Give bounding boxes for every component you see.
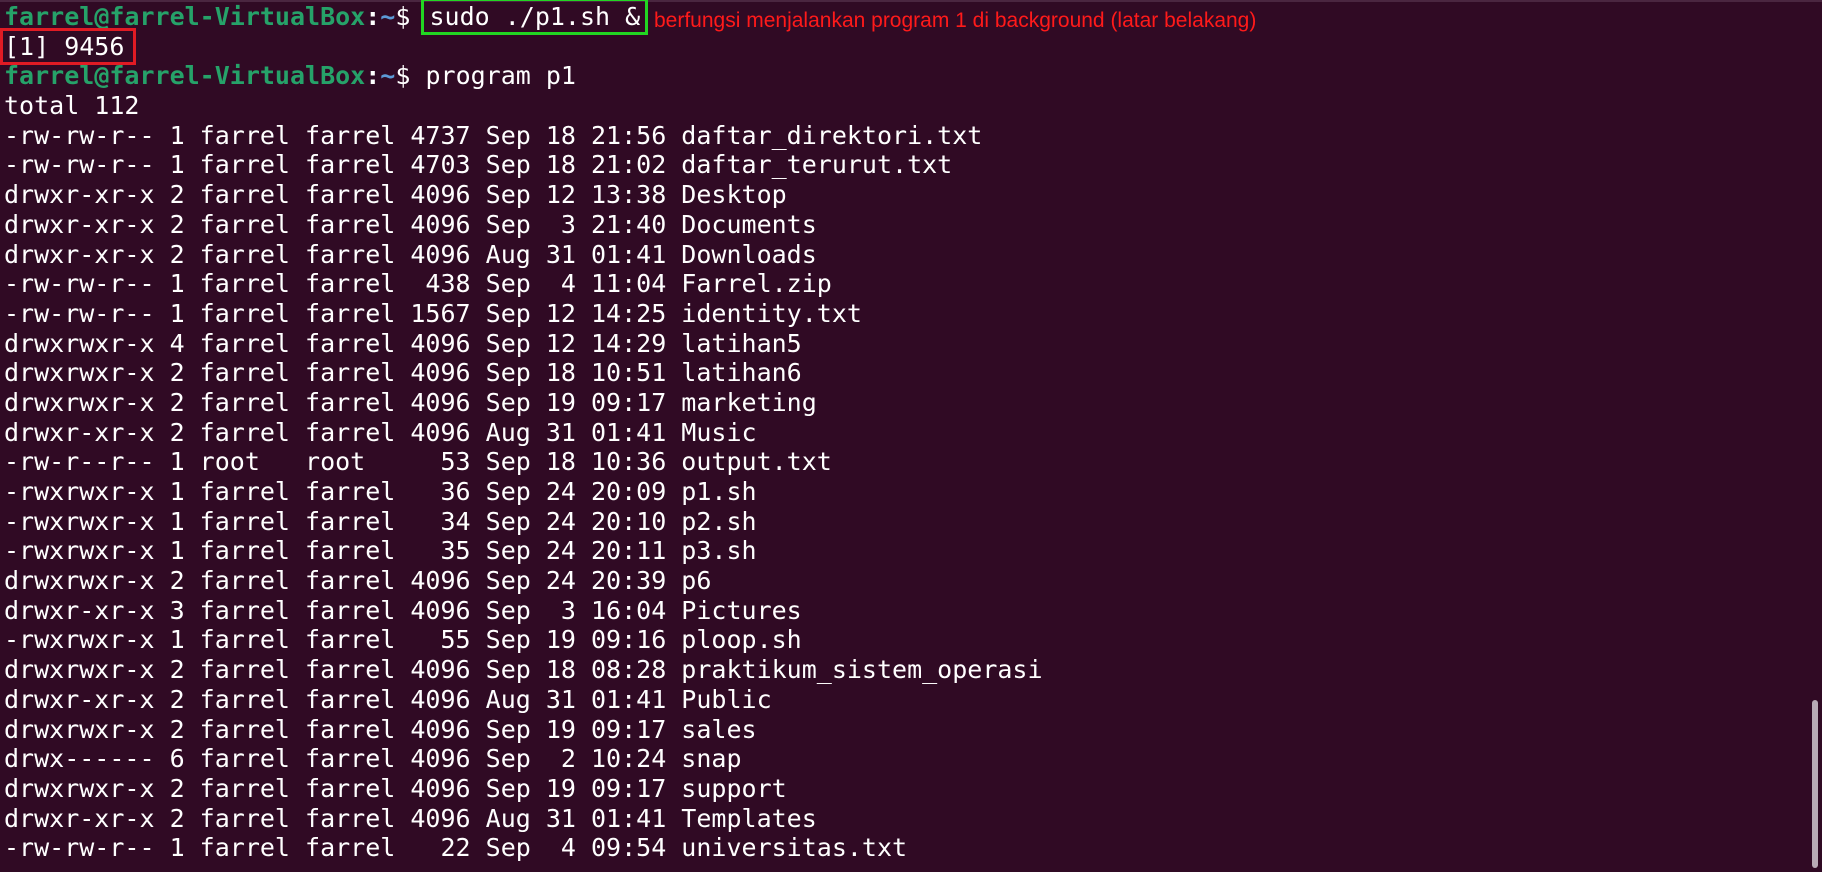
listing-row: -rwxrwxr-x 1 farrel farrel 36 Sep 24 20:… xyxy=(4,477,757,506)
listing-row: -rw-r--r-- 1 root root 53 Sep 18 10:36 o… xyxy=(4,447,832,477)
listing-row: -rwxrwxr-x 1 farrel farrel 35 Sep 24 20:… xyxy=(4,536,757,566)
listing-row: drwxrwxr-x 2 farrel farrel 4096 Sep 19 0… xyxy=(4,387,817,417)
prompt-colon: : xyxy=(365,2,381,31)
listing-row: -rwxrwxr-x 1 farrel farrel 55 Sep 19 09:… xyxy=(4,625,802,655)
listing-row: drwxrwxr-x 2 farrel farrel 4096 Sep 18 1… xyxy=(4,358,802,388)
listing-row: -rw-rw-r-- 1 farrel farrel 1567 Sep 12 1… xyxy=(4,298,862,328)
job-output-line: [1] 9456 xyxy=(0,27,1822,65)
listing-row: drwxrwxr-x 2 farrel farrel 4096 Sep 24 2… xyxy=(4,566,712,596)
listing-row: -rw-rw-r-- 1 farrel farrel 4737 Sep 18 2… xyxy=(4,120,983,150)
listing-row: drwxr-xr-x 2 farrel farrel 4096 Aug 31 0… xyxy=(4,803,817,833)
prompt-path: ~ xyxy=(380,2,396,31)
vertical-scrollbar[interactable] xyxy=(1808,0,1822,872)
listing-row: -rw-rw-r-- 1 farrel farrel 22 Sep 4 09:5… xyxy=(4,833,908,863)
listing-row: drwxr-xr-x 2 farrel farrel 4096 Sep 12 1… xyxy=(4,180,787,210)
prompt-dollar: $ xyxy=(395,61,426,91)
annotation-text: berfungsi menjalankan program 1 di backg… xyxy=(654,9,1257,32)
prompt-path: ~ xyxy=(380,61,396,91)
prompt-dollar: $ xyxy=(395,2,426,31)
listing-row: drwxrwxr-x 2 farrel farrel 4096 Sep 19 0… xyxy=(4,714,757,744)
prompt-user-host: farrel@farrel-VirtualBox xyxy=(4,61,366,91)
listing-row: drwxr-xr-x 2 farrel farrel 4096 Aug 31 0… xyxy=(4,239,817,269)
listing-row: drwxrwxr-x 2 farrel farrel 4096 Sep 19 0… xyxy=(4,773,787,803)
prompt-user-host: farrel@farrel-VirtualBox xyxy=(4,2,366,31)
listing-row: -rwxrwxr-x 1 farrel farrel 34 Sep 24 20:… xyxy=(4,506,757,536)
listing-row: -rw-rw-r-- 1 farrel farrel 4703 Sep 18 2… xyxy=(4,150,953,180)
listing-row: drwxr-xr-x 2 farrel farrel 4096 Sep 3 21… xyxy=(4,209,817,239)
command-text: program p1 xyxy=(425,61,576,91)
scrollbar-thumb[interactable] xyxy=(1812,700,1818,868)
file-listing: -rw-rw-r-- 1 farrel farrel 4737 Sep 18 2… xyxy=(4,121,1822,863)
job-id-box: [1] 9456 xyxy=(0,27,137,65)
listing-row: drwxr-xr-x 2 farrel farrel 4096 Aug 31 0… xyxy=(4,417,757,447)
terminal-window[interactable]: farrel@farrel-VirtualBox:~$ sudo ./p1.sh… xyxy=(0,0,1822,872)
listing-row: drwxrwxr-x 2 farrel farrel 4096 Sep 18 0… xyxy=(4,655,1043,685)
listing-row: drwx------ 6 farrel farrel 4096 Sep 2 10… xyxy=(4,744,742,774)
listing-row: drwxrwxr-x 4 farrel farrel 4096 Sep 12 1… xyxy=(4,328,802,358)
listing-row: -rw-rw-r-- 1 farrel farrel 438 Sep 4 11:… xyxy=(4,269,832,299)
highlighted-command-box: sudo ./p1.sh & xyxy=(421,0,649,35)
listing-row: drwxr-xr-x 2 farrel farrel 4096 Aug 31 0… xyxy=(4,684,772,714)
listing-total: total 112 xyxy=(4,91,140,121)
prompt-line-2: farrel@farrel-VirtualBox:~$ program p1 xyxy=(4,61,1822,91)
prompt-colon: : xyxy=(365,61,381,91)
listing-row: drwxr-xr-x 3 farrel farrel 4096 Sep 3 16… xyxy=(4,595,802,625)
